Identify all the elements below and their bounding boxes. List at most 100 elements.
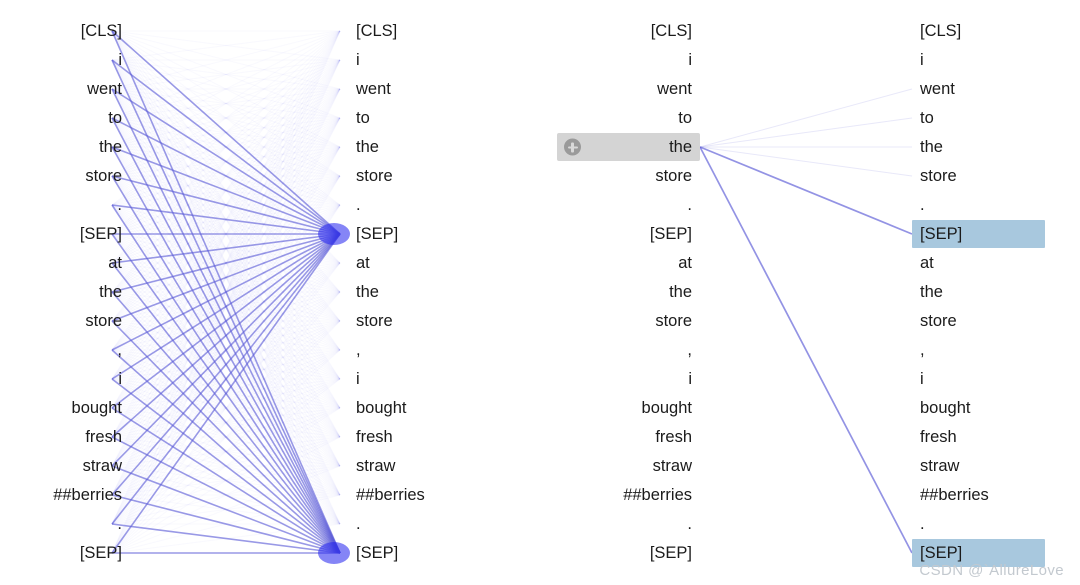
token-label: , [920,341,925,359]
left-source-token-16[interactable]: ##berries [0,481,130,509]
right-source-token-1[interactable]: i [557,46,700,74]
left-target-token-11[interactable]: , [348,336,498,364]
right-target-token-6[interactable]: . [912,191,1045,219]
left-target-token-12[interactable]: i [348,365,498,393]
left-target-token-1[interactable]: i [348,46,498,74]
right-target-token-0[interactable]: [CLS] [912,17,1045,45]
left-target-token-5[interactable]: store [348,162,498,190]
token-label: [SEP] [649,544,692,562]
token-label: [CLS] [356,22,398,40]
token-label: to [920,109,934,127]
attention-line-4-18 [699,146,913,554]
left-source-token-14[interactable]: fresh [0,423,130,451]
token-label: straw [652,457,692,475]
right-source-token-7[interactable]: [SEP] [557,220,700,248]
left-target-token-8[interactable]: at [348,249,498,277]
left-target-token-13[interactable]: bought [348,394,498,422]
right-target-token-12[interactable]: i [912,365,1045,393]
attention-line-4-2 [699,88,913,148]
left-target-token-15[interactable]: straw [348,452,498,480]
attention-visualization: [CLS] i went to the store. [SEP] at the store, i bo… [0,0,1080,585]
left-source-token-1[interactable]: i [0,46,130,74]
right-source-token-12[interactable]: i [557,365,700,393]
left-source-token-3[interactable]: to [0,104,130,132]
attention-convergence-node-18 [318,542,350,564]
left-source-token-10[interactable]: store [0,307,130,335]
plus-circle-icon[interactable] [564,138,581,156]
left-target-token-3[interactable]: to [348,104,498,132]
left-target-token-0[interactable]: [CLS] [348,17,498,45]
right-source-token-2[interactable]: went [557,75,700,103]
left-source-token-5[interactable]: store [0,162,130,190]
right-target-token-15[interactable]: straw [912,452,1045,480]
right-source-token-5[interactable]: store [557,162,700,190]
right-target-token-7[interactable]: [SEP] [912,220,1045,248]
left-source-token-11[interactable]: , [0,336,130,364]
token-label: bought [356,399,407,417]
left-source-token-2[interactable]: went [0,75,130,103]
token-label: at [920,254,934,272]
left-source-token-0[interactable]: [CLS] [0,17,130,45]
right-source-token-17[interactable]: . [557,510,700,538]
token-label: straw [920,457,960,475]
right-target-token-11[interactable]: , [912,336,1045,364]
left-source-token-15[interactable]: straw [0,452,130,480]
right-source-token-0[interactable]: [CLS] [557,17,700,45]
right-target-token-13[interactable]: bought [912,394,1045,422]
token-label: [SEP] [356,225,399,243]
left-source-token-18[interactable]: [SEP] [0,539,130,567]
panel-all-attention: [CLS] i went to the store. [SEP] at the store, i bo… [0,0,520,585]
right-source-token-8[interactable]: at [557,249,700,277]
right-source-token-10[interactable]: store [557,307,700,335]
right-target-token-17[interactable]: . [912,510,1045,538]
token-label: store [85,312,122,330]
token-label: store [920,312,957,330]
token-label: i [920,51,924,69]
token-label: ##berries [623,486,692,504]
left-target-token-17[interactable]: . [348,510,498,538]
right-target-token-2[interactable]: went [912,75,1045,103]
left-target-token-14[interactable]: fresh [348,423,498,451]
left-source-token-4[interactable]: the [0,133,130,161]
right-source-token-13[interactable]: bought [557,394,700,422]
right-source-token-9[interactable]: the [557,278,700,306]
left-source-token-17[interactable]: . [0,510,130,538]
token-label: bought [920,399,971,417]
left-target-token-16[interactable]: ##berries [348,481,498,509]
left-target-token-7[interactable]: [SEP] [348,220,498,248]
left-target-token-10[interactable]: store [348,307,498,335]
left-target-token-6[interactable]: . [348,191,498,219]
right-source-token-16[interactable]: ##berries [557,481,700,509]
right-source-token-4[interactable]: the [557,133,700,161]
left-source-token-7[interactable]: [SEP] [0,220,130,248]
left-target-token-2[interactable]: went [348,75,498,103]
right-source-token-14[interactable]: fresh [557,423,700,451]
right-source-token-15[interactable]: straw [557,452,700,480]
left-source-token-13[interactable]: bought [0,394,130,422]
left-target-token-4[interactable]: the [348,133,498,161]
left-source-token-12[interactable]: i [0,365,130,393]
right-target-token-4[interactable]: the [912,133,1045,161]
right-target-token-14[interactable]: fresh [912,423,1045,451]
left-source-token-8[interactable]: at [0,249,130,277]
right-source-token-6[interactable]: . [557,191,700,219]
left-target-token-column: [CLS] i went to the store. [SEP] at the store, i bo… [348,0,498,585]
right-target-token-5[interactable]: store [912,162,1045,190]
right-source-token-3[interactable]: to [557,104,700,132]
right-target-token-16[interactable]: ##berries [912,481,1045,509]
right-target-token-10[interactable]: store [912,307,1045,335]
token-label: [SEP] [920,225,963,243]
right-source-token-11[interactable]: , [557,336,700,364]
right-target-token-3[interactable]: to [912,104,1045,132]
left-target-token-18[interactable]: [SEP] [348,539,498,567]
token-label: [SEP] [79,225,122,243]
right-target-token-8[interactable]: at [912,249,1045,277]
right-source-token-18[interactable]: [SEP] [557,539,700,567]
right-target-token-9[interactable]: the [912,278,1045,306]
left-source-token-9[interactable]: the [0,278,130,306]
right-target-token-1[interactable]: i [912,46,1045,74]
token-label: the [99,138,122,156]
left-source-token-6[interactable]: . [0,191,130,219]
left-target-token-9[interactable]: the [348,278,498,306]
attention-line-4-7 [699,146,913,235]
